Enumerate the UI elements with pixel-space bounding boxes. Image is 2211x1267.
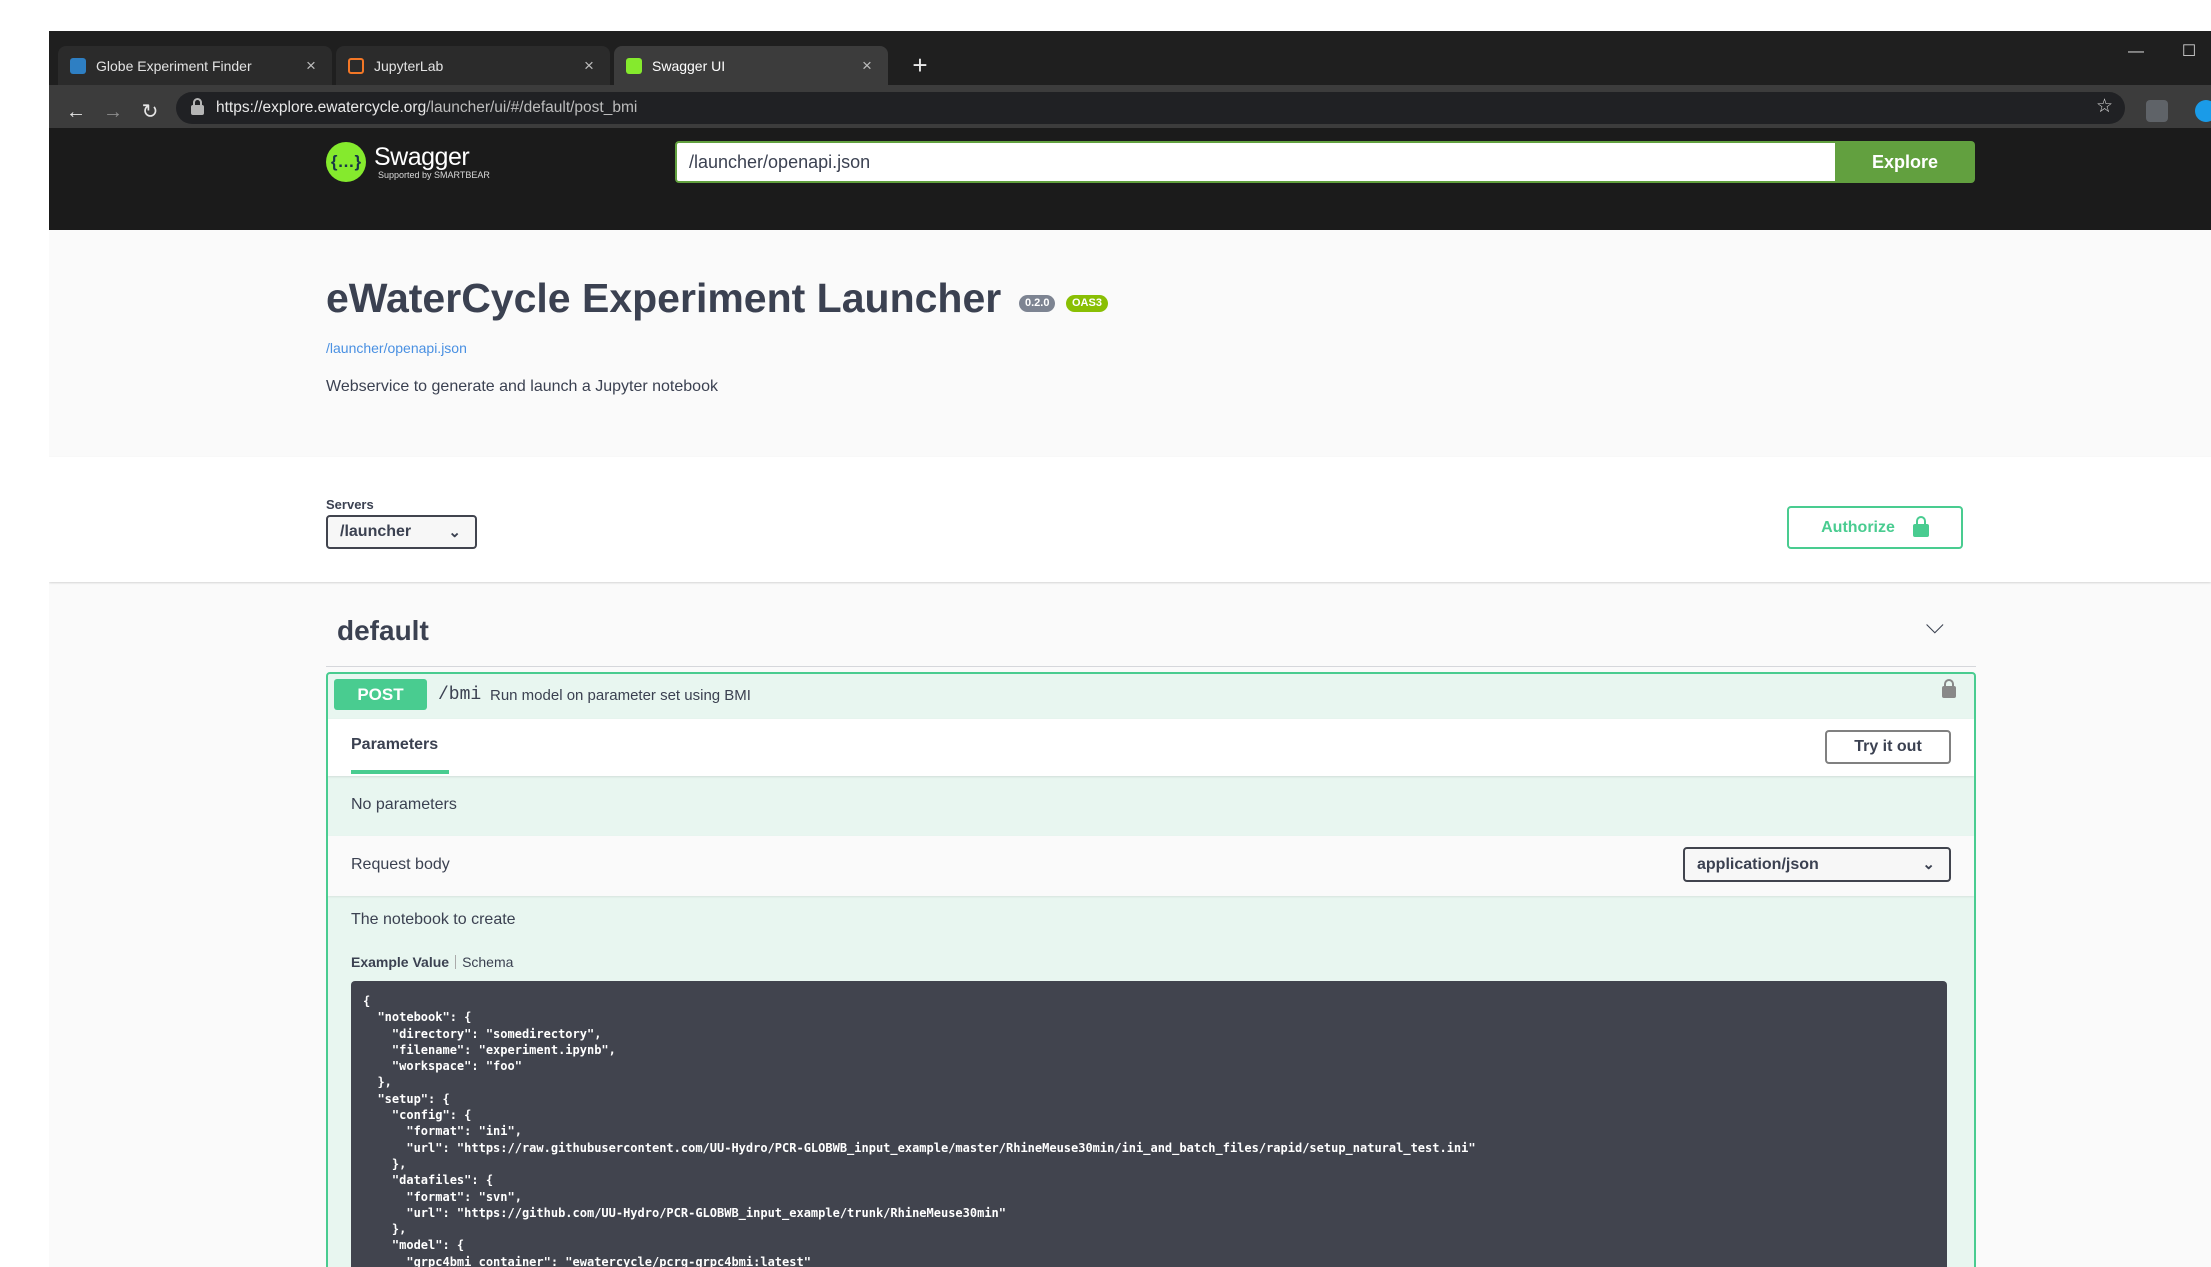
explore-button[interactable]: Explore <box>1835 141 1975 183</box>
swagger-favicon-icon <box>626 57 642 74</box>
profile-avatar[interactable] <box>2195 100 2211 122</box>
tag-name: default <box>337 615 429 646</box>
tab-globe-experiment-finder[interactable]: Globe Experiment Finder × <box>58 46 332 85</box>
servers-label: Servers <box>326 497 374 512</box>
close-icon[interactable]: × <box>580 56 598 76</box>
opblock-post-bmi: POST /bmi Run model on parameter set usi… <box>326 672 1976 1267</box>
back-arrow-icon[interactable]: ← <box>62 98 90 126</box>
request-body-description: The notebook to create <box>351 911 516 928</box>
spec-link[interactable]: /launcher/openapi.json <box>326 340 467 356</box>
opblock-summary[interactable]: POST /bmi Run model on parameter set usi… <box>328 674 1974 720</box>
lock-icon[interactable] <box>1942 679 1956 698</box>
example-json: { "notebook": { "directory": "somedirect… <box>363 994 1476 1267</box>
forward-arrow-icon[interactable]: → <box>99 98 127 126</box>
tab-swagger-ui[interactable]: Swagger UI × <box>614 46 888 85</box>
swagger-logo[interactable]: {…} Swagger Supported by SMARTBEAR <box>326 142 490 182</box>
url-host: https://explore.ewatercycle.org <box>216 99 427 116</box>
close-icon[interactable]: × <box>302 56 320 76</box>
url-path: /launcher/ui/#/default/post_bmi <box>426 99 638 116</box>
tab-title: JupyterLab <box>374 57 444 74</box>
request-body-label: Request body <box>351 856 450 873</box>
try-it-out-button[interactable]: Try it out <box>1825 730 1951 764</box>
minimize-button[interactable]: — <box>2114 39 2158 65</box>
chevron-down-icon[interactable]: ⌵ <box>1926 612 1944 640</box>
address-bar[interactable]: https://explore.ewatercycle.org/launcher… <box>176 92 2125 124</box>
operation-path: /bmi <box>438 685 482 705</box>
api-info: eWaterCycle Experiment Launcher 0.2.0 OA… <box>49 230 2211 457</box>
lock-icon <box>191 97 204 115</box>
logo-sub: Supported by SMARTBEAR <box>378 170 490 180</box>
reload-icon[interactable]: ↻ <box>136 98 164 126</box>
tab-schema[interactable]: Schema <box>462 954 513 970</box>
active-tab-underline <box>351 770 449 774</box>
tab-example-value[interactable]: Example Value <box>351 954 449 970</box>
servers-selected-value: /launcher <box>340 523 412 540</box>
api-title: eWaterCycle Experiment Launcher <box>326 275 1002 321</box>
tag-header-default[interactable]: default ⌵ <box>326 582 1976 667</box>
tab-divider <box>455 955 457 969</box>
swagger-topbar: {…} Swagger Supported by SMARTBEAR Explo… <box>49 128 2211 230</box>
authorize-button[interactable]: Authorize <box>1787 506 1963 549</box>
servers-section: Servers /launcher ⌄ Authorize <box>49 457 2211 582</box>
globe-favicon-icon <box>70 57 86 74</box>
api-description: Webservice to generate and launch a Jupy… <box>326 378 718 395</box>
example-tabs: Example Value Schema <box>351 954 513 970</box>
tab-jupyterlab[interactable]: JupyterLab × <box>336 46 610 85</box>
no-parameters-text: No parameters <box>351 796 457 813</box>
close-icon[interactable]: × <box>858 56 876 76</box>
servers-select[interactable]: /launcher ⌄ <box>326 515 477 549</box>
version-badge: 0.2.0 <box>1019 295 1056 312</box>
browser-window: Globe Experiment Finder × JupyterLab × S… <box>49 31 2211 1267</box>
example-code-block[interactable]: { "notebook": { "directory": "somedirect… <box>351 981 1947 1267</box>
extension-icon[interactable] <box>2146 100 2168 122</box>
authorize-label: Authorize <box>1821 518 1895 536</box>
jupyter-favicon-icon <box>348 57 364 74</box>
logo-name: Swagger <box>374 143 470 171</box>
unlock-icon <box>1912 516 1929 537</box>
oas-badge: OAS3 <box>1066 295 1108 312</box>
bookmark-star-icon[interactable]: ☆ <box>2096 95 2113 118</box>
tab-title: Swagger UI <box>652 57 726 74</box>
swagger-logo-icon: {…} <box>326 142 366 182</box>
request-body-header: Request body application/json ⌄ <box>328 836 1974 896</box>
tab-strip: Globe Experiment Finder × JupyterLab × S… <box>49 31 2211 85</box>
chevron-down-icon: ⌄ <box>448 524 461 541</box>
maximize-button[interactable]: ☐ <box>2167 39 2211 65</box>
tab-title: Globe Experiment Finder <box>96 57 252 74</box>
content-type-value: application/json <box>1697 855 1819 873</box>
operation-summary: Run model on parameter set using BMI <box>490 687 751 704</box>
content-type-select[interactable]: application/json ⌄ <box>1683 847 1951 882</box>
method-badge: POST <box>334 679 427 710</box>
new-tab-button[interactable]: + <box>905 51 935 81</box>
parameters-header: Parameters Try it out <box>328 719 1974 776</box>
chevron-down-icon: ⌄ <box>1922 856 1935 873</box>
spec-url-input[interactable] <box>675 141 1836 183</box>
tab-parameters[interactable]: Parameters <box>351 736 438 754</box>
